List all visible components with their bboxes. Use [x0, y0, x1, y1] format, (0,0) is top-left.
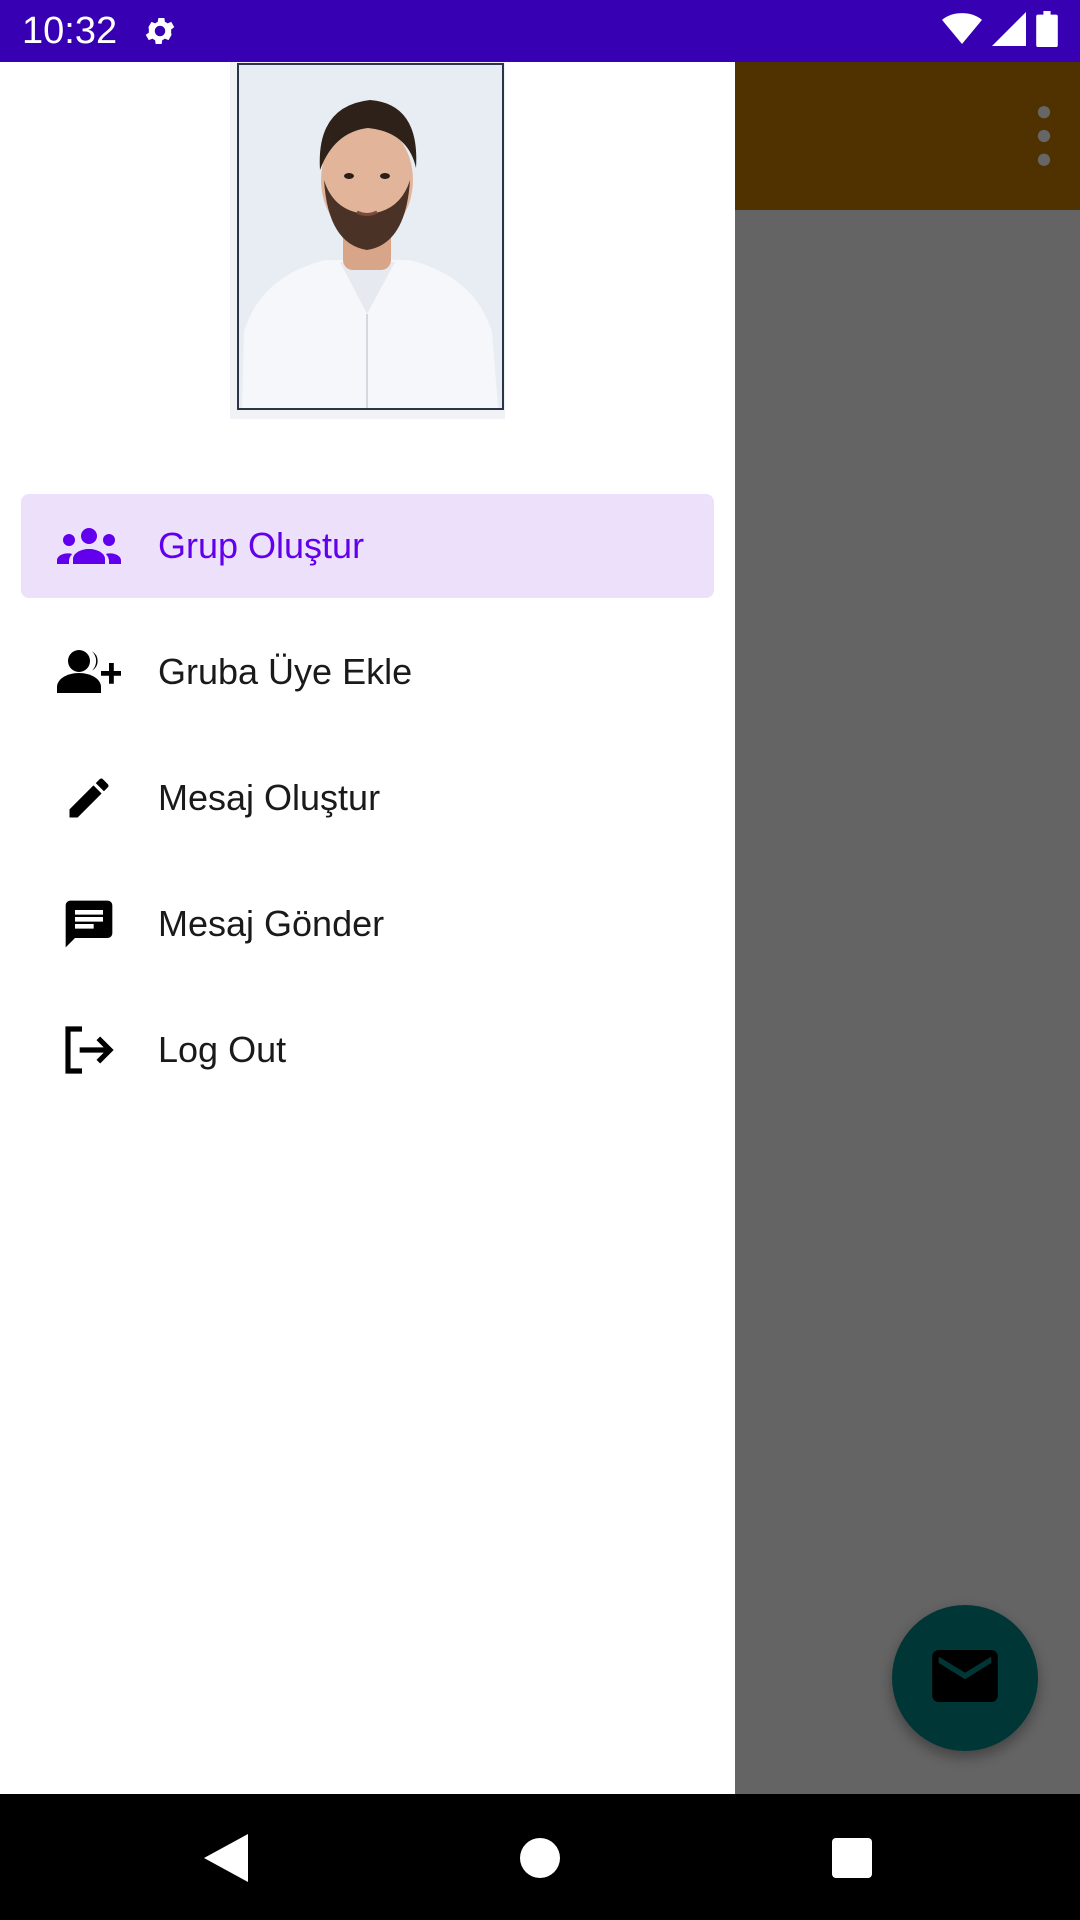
navigation-drawer: Grup Oluştur Gruba Üye Ekle Mesaj Oluştu…	[0, 62, 735, 1794]
drawer-menu: Grup Oluştur Gruba Üye Ekle Mesaj Oluştu…	[21, 494, 714, 1124]
menu-item-log-out[interactable]: Log Out	[21, 998, 714, 1102]
navigation-bar	[0, 1794, 1080, 1920]
menu-item-gruba-uye-ekle[interactable]: Gruba Üye Ekle	[21, 620, 714, 724]
menu-item-grup-olustur[interactable]: Grup Oluştur	[21, 494, 714, 598]
settings-gear-icon	[142, 13, 178, 49]
group-icon	[57, 516, 121, 576]
screen: 10:32 ent	[0, 0, 1080, 1920]
pencil-icon	[57, 768, 121, 828]
logout-icon	[57, 1020, 121, 1080]
recents-icon[interactable]	[824, 1830, 880, 1886]
back-icon[interactable]	[198, 1830, 254, 1886]
profile-photo	[230, 62, 505, 419]
home-icon[interactable]	[512, 1830, 568, 1886]
cell-signal-icon	[992, 11, 1026, 51]
status-time: 10:32	[22, 10, 118, 52]
menu-item-mesaj-gonder[interactable]: Mesaj Gönder	[21, 872, 714, 976]
status-bar: 10:32	[0, 0, 1080, 62]
menu-item-label: Gruba Üye Ekle	[158, 651, 413, 692]
wifi-icon	[942, 12, 982, 51]
status-icons	[942, 10, 1058, 52]
menu-item-label: Log Out	[158, 1029, 287, 1070]
battery-icon	[1036, 10, 1058, 52]
message-icon	[57, 894, 121, 954]
menu-item-label: Mesaj Gönder	[158, 903, 385, 944]
menu-item-mesaj-olustur[interactable]: Mesaj Oluştur	[21, 746, 714, 850]
add-person-icon	[57, 642, 121, 702]
menu-item-label: Mesaj Oluştur	[158, 777, 381, 818]
menu-item-label: Grup Oluştur	[158, 525, 365, 566]
